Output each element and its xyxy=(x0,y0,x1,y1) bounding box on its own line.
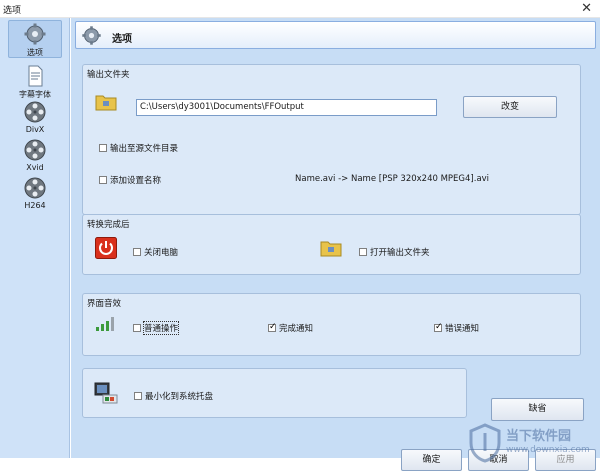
checkbox-label: 最小化到系统托盘 xyxy=(145,392,214,402)
output-folder-group: 输出文件夹 C:\Users\dy3001\Documents\FFOutput… xyxy=(82,64,581,215)
open-output-folder-checkbox[interactable]: 打开输出文件夹 xyxy=(359,246,430,258)
checkbox-box[interactable] xyxy=(268,322,277,332)
checkbox-box[interactable] xyxy=(99,176,107,184)
shutdown-checkbox[interactable]: 关闭电脑 xyxy=(133,246,178,258)
after-convert-legend: 转换完成后 xyxy=(87,220,130,230)
checkbox-box[interactable] xyxy=(434,322,443,332)
gear-icon xyxy=(82,26,101,45)
watermark-url: www.downxia.com xyxy=(506,445,590,455)
sidebar: 选项 字幕字体 DivX Xvid H264 xyxy=(0,18,70,458)
after-convert-group: 转换完成后 关闭电脑 打开输出文件夹 xyxy=(82,214,581,275)
checkbox-box[interactable] xyxy=(133,248,141,256)
watermark-text: 当下软件园 xyxy=(506,429,572,444)
tray-group: 最小化到系统托盘 xyxy=(82,368,467,418)
title-bar: 选项 ✕ xyxy=(0,0,600,18)
sidebar-item-label: Xvid xyxy=(26,163,44,172)
folder-icon xyxy=(320,241,342,257)
default-button[interactable]: 缺省 xyxy=(491,398,584,421)
options-panel: 选项 输出文件夹 C:\Users\dy3001\Documents\FFOut… xyxy=(71,18,600,471)
document-icon xyxy=(28,65,43,87)
checkbox-box[interactable] xyxy=(99,144,107,152)
ok-button[interactable]: 确定 xyxy=(401,449,462,471)
name-example-text: Name.avi -> Name [PSP 320x240 MPEG4].avi xyxy=(295,174,490,184)
film-reel-icon xyxy=(24,101,46,123)
page-title: 选项 xyxy=(112,34,132,45)
checkbox-label: 输出至源文件目录 xyxy=(110,144,179,154)
close-button[interactable]: ✕ xyxy=(581,1,592,16)
error-notify-checkbox[interactable]: 错误通知 xyxy=(434,322,479,334)
power-icon xyxy=(95,237,117,259)
watermark: 当下软件园 www.downxia.com xyxy=(466,421,596,469)
normal-operation-checkbox[interactable]: 普通操作 xyxy=(133,321,180,335)
add-setting-name-checkbox[interactable]: 添加设置名称 xyxy=(99,174,161,186)
sidebar-item-xvid[interactable]: Xvid xyxy=(8,138,62,172)
checkbox-box[interactable] xyxy=(134,392,142,400)
gear-icon xyxy=(24,23,46,45)
checkbox-box[interactable] xyxy=(359,248,367,256)
volume-bars-icon xyxy=(96,317,114,331)
sidebar-item-label: DivX xyxy=(25,125,45,134)
output-path-input[interactable]: C:\Users\dy3001\Documents\FFOutput xyxy=(136,99,437,116)
checkbox-label: 错误通知 xyxy=(445,324,480,334)
output-folder-legend: 输出文件夹 xyxy=(87,70,130,80)
sidebar-item-options[interactable]: 选项 xyxy=(8,20,62,58)
sidebar-item-divx[interactable]: DivX xyxy=(8,100,62,134)
complete-notify-checkbox[interactable]: 完成通知 xyxy=(268,322,313,334)
checkbox-label: 普通操作 xyxy=(142,321,180,335)
checkbox-label: 完成通知 xyxy=(279,324,314,334)
change-folder-button[interactable]: 改变 xyxy=(463,96,557,118)
checkbox-label: 添加设置名称 xyxy=(110,176,162,186)
sound-group: 界面音效 普通操作 完成通知 错误通知 xyxy=(82,293,581,356)
minimize-to-tray-checkbox[interactable]: 最小化到系统托盘 xyxy=(134,390,213,402)
checkbox-label: 打开输出文件夹 xyxy=(370,248,430,258)
folder-icon xyxy=(95,95,117,111)
sidebar-item-label: 选项 xyxy=(27,48,43,57)
output-to-source-checkbox[interactable]: 输出至源文件目录 xyxy=(99,142,178,154)
sidebar-item-subtitle-font[interactable]: 字幕字体 xyxy=(8,64,62,100)
sidebar-item-label: 字幕字体 xyxy=(19,90,51,99)
panel-header: 选项 xyxy=(75,21,596,49)
checkbox-box[interactable] xyxy=(133,324,141,332)
film-reel-icon xyxy=(24,177,46,199)
shield-logo-icon xyxy=(469,423,501,463)
checkbox-label: 关闭电脑 xyxy=(144,248,179,258)
window-title: 选项 xyxy=(3,6,22,16)
sound-legend: 界面音效 xyxy=(87,299,122,309)
system-tray-icon xyxy=(94,382,118,404)
sidebar-item-h264[interactable]: H264 xyxy=(8,176,62,210)
film-reel-icon xyxy=(24,139,46,161)
sidebar-item-label: H264 xyxy=(24,201,46,210)
